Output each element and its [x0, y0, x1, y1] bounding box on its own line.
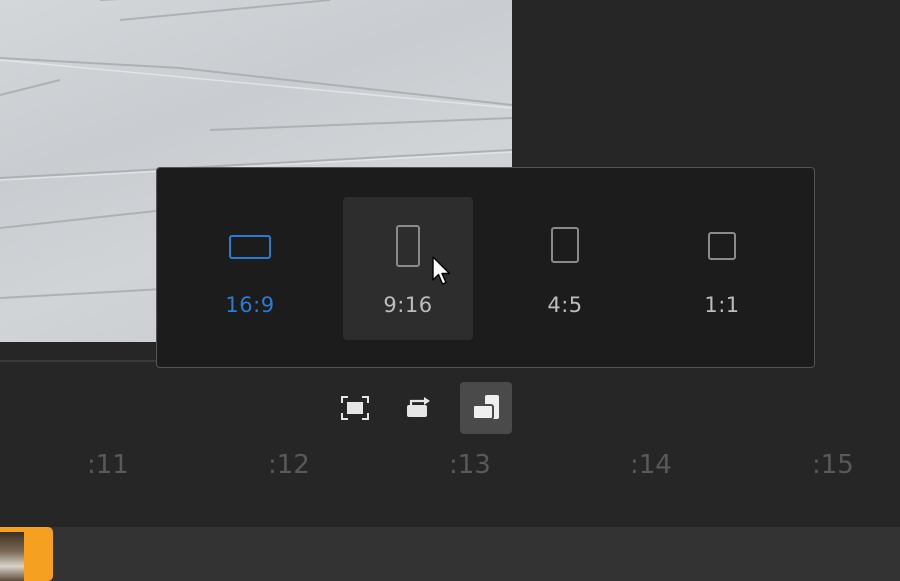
timeline-tick: :12: [268, 450, 310, 480]
portrait-rect-icon: [396, 225, 420, 267]
landscape-rect-icon: [229, 235, 271, 259]
aspect-ratio-button[interactable]: [460, 382, 512, 434]
timeline-tick: :11: [87, 450, 129, 480]
ratio-option-1-1[interactable]: 1:1: [657, 197, 787, 340]
ratio-label: 9:16: [383, 293, 433, 317]
ratio-label: 4:5: [547, 293, 583, 317]
timeline-tick: :15: [812, 450, 854, 480]
ratio-option-16-9[interactable]: 16:9: [185, 197, 315, 340]
preview-bottom-border: [0, 342, 157, 362]
square-icon: [708, 232, 736, 260]
mouse-cursor-icon: [432, 256, 451, 285]
ratio-label: 1:1: [704, 293, 740, 317]
rotate-button[interactable]: [394, 382, 446, 434]
rotate-icon: [407, 397, 430, 417]
frame-fit-icon: [341, 396, 369, 420]
editor-stage: 16:9 9:16 4:5 1:1:11:12:13:14:15: [0, 0, 900, 581]
timeline-tick: :14: [630, 450, 672, 480]
portrait-square-icon: [551, 227, 579, 263]
aspect-ratio-popover: 16:9 9:16 4:5 1:1: [156, 167, 815, 368]
ratio-option-9-16[interactable]: 9:16: [343, 197, 473, 340]
video-track[interactable]: [0, 527, 900, 581]
clip-thumbnail: [0, 532, 24, 581]
fit-frame-button[interactable]: [329, 382, 381, 434]
ratio-option-4-5[interactable]: 4:5: [500, 197, 630, 340]
timeline-tick: :13: [449, 450, 491, 480]
aspect-ratio-icon: [472, 395, 499, 420]
ratio-label: 16:9: [225, 293, 275, 317]
